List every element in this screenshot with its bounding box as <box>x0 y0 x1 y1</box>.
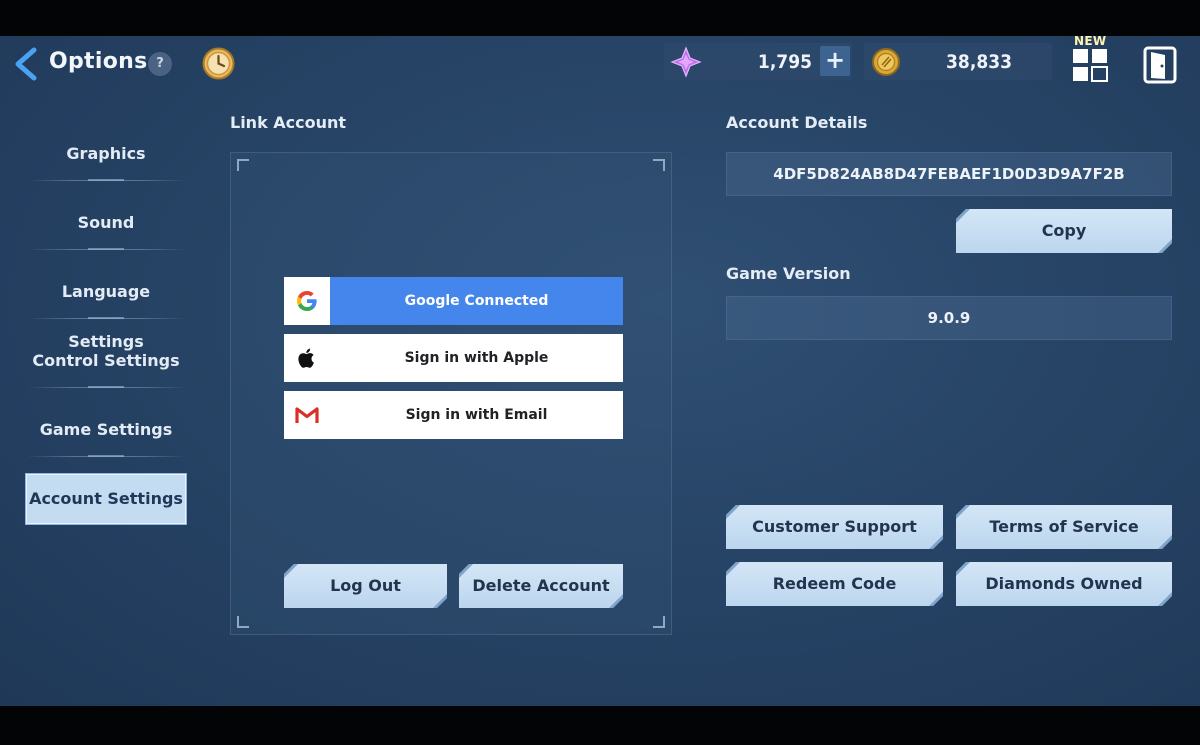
sidebar-item-label: Graphics <box>66 144 146 163</box>
divider <box>26 386 186 388</box>
sign-in-apple-button[interactable]: Sign in with Apple <box>284 334 623 382</box>
account-details-title: Account Details <box>726 113 868 132</box>
sidebar-item-label: Sound <box>77 213 135 232</box>
sidebar-item-sound[interactable]: Sound <box>26 198 186 250</box>
gold-counter: 38,833 <box>864 43 1052 80</box>
delete-account-button[interactable]: Delete Account <box>459 564 623 608</box>
grid-icon[interactable] <box>1072 48 1110 82</box>
google-connected-button[interactable]: Google Connected <box>284 277 623 325</box>
divider <box>26 455 186 457</box>
copy-button[interactable]: Copy <box>956 209 1172 253</box>
corner-decoration <box>237 159 249 171</box>
sidebar-item-label: Account Settings <box>29 489 183 508</box>
gem-icon <box>670 46 702 78</box>
game-version-title: Game Version <box>726 264 851 283</box>
terms-of-service-button[interactable]: Terms of Service <box>956 505 1172 549</box>
page-title: Options <box>49 49 148 74</box>
sign-in-apple-label: Sign in with Apple <box>404 350 549 366</box>
redeem-code-button[interactable]: Redeem Code <box>726 562 943 606</box>
corner-decoration <box>237 616 249 628</box>
corner-decoration <box>653 616 665 628</box>
sidebar-item-label: Game Settings <box>39 420 173 439</box>
bottom-letterbox <box>0 706 1200 745</box>
sidebar-item-graphics[interactable]: Graphics <box>26 129 186 181</box>
gold-coin-icon <box>872 48 900 76</box>
divider <box>26 317 186 319</box>
question-icon: ? <box>156 56 164 71</box>
sidebar-item-control-settings[interactable]: Control Settings <box>26 336 186 388</box>
google-connected-label: Google Connected <box>330 277 623 325</box>
google-icon-cell <box>284 277 330 325</box>
log-out-button[interactable]: Log Out <box>284 564 447 608</box>
divider <box>26 248 186 250</box>
sidebar-item-language-settings[interactable]: Language Settings <box>26 267 186 351</box>
gold-count: 38,833 <box>946 51 1012 73</box>
diamonds-owned-button[interactable]: Diamonds Owned <box>956 562 1172 606</box>
game-version-field: 9.0.9 <box>726 296 1172 340</box>
corner-decoration <box>653 159 665 171</box>
clock-icon[interactable] <box>202 47 235 80</box>
new-badge: NEW <box>1074 36 1107 48</box>
sign-in-email-button[interactable]: Sign in with Email <box>284 391 623 439</box>
google-icon <box>297 291 317 311</box>
add-gems-button[interactable]: + <box>820 46 850 76</box>
top-letterbox <box>0 0 1200 36</box>
apple-icon <box>298 348 314 368</box>
gem-count: 1,795 <box>757 51 812 73</box>
plus-icon: + <box>824 46 846 74</box>
divider <box>26 179 186 181</box>
sidebar-item-account-settings[interactable]: Account Settings <box>26 474 186 524</box>
options-screen: Options ? 1,795 + 38,833 NEW Graphics So… <box>0 36 1200 706</box>
exit-door-icon[interactable] <box>1143 46 1177 84</box>
sidebar-item-game-settings[interactable]: Game Settings <box>26 405 186 457</box>
gmail-icon-cell <box>284 391 330 439</box>
gmail-icon <box>295 407 319 423</box>
customer-support-button[interactable]: Customer Support <box>726 505 943 549</box>
account-id-field: 4DF5D824AB8D47FEBAEF1D0D3D9A7F2B <box>726 152 1172 196</box>
apple-icon-cell <box>284 334 330 382</box>
back-arrow-icon[interactable] <box>12 46 40 82</box>
sign-in-email-label: Sign in with Email <box>405 407 548 423</box>
help-button[interactable]: ? <box>148 52 172 76</box>
sidebar-item-label: Control Settings <box>32 351 180 370</box>
link-account-title: Link Account <box>230 113 347 132</box>
